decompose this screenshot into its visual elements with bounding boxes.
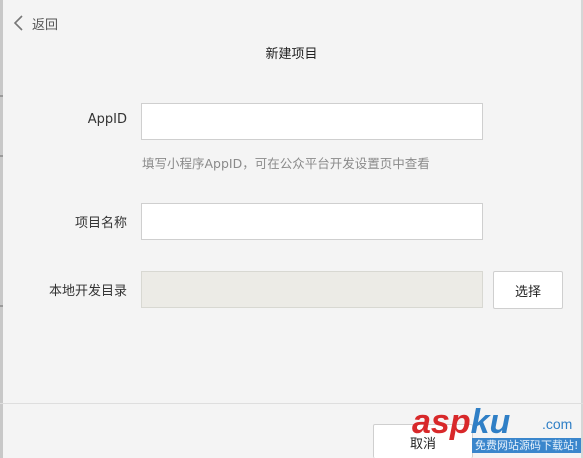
choose-dir-button[interactable]: 选择 (493, 271, 563, 309)
chevron-left-icon (13, 15, 23, 31)
local-dir-label: 本地开发目录 (48, 284, 127, 299)
cancel-button[interactable]: 取消 (373, 424, 473, 458)
back-label: 返回 (32, 17, 59, 33)
edge-marker (0, 155, 3, 157)
watermark-slogan: 免费网站源码下载站! (472, 438, 582, 453)
choose-dir-label: 选择 (514, 284, 541, 300)
cancel-label: 取消 (409, 437, 436, 452)
back-button[interactable]: 返回 (12, 12, 58, 34)
appid-label: AppID (87, 112, 127, 127)
dialog-title: 新建项目 (265, 47, 318, 62)
edge-marker (0, 305, 3, 307)
watermark-domain: .com (542, 416, 573, 432)
window-left-edge (0, 0, 3, 458)
local-dir-input[interactable] (141, 271, 483, 308)
project-name-label: 项目名称 (74, 216, 127, 231)
project-name-input[interactable] (141, 203, 483, 240)
appid-hint: 填写小程序AppID，可在公众平台开发设置页中查看 (142, 156, 430, 171)
appid-input[interactable] (141, 103, 483, 140)
edge-marker (0, 95, 3, 97)
footer-divider (0, 403, 583, 404)
